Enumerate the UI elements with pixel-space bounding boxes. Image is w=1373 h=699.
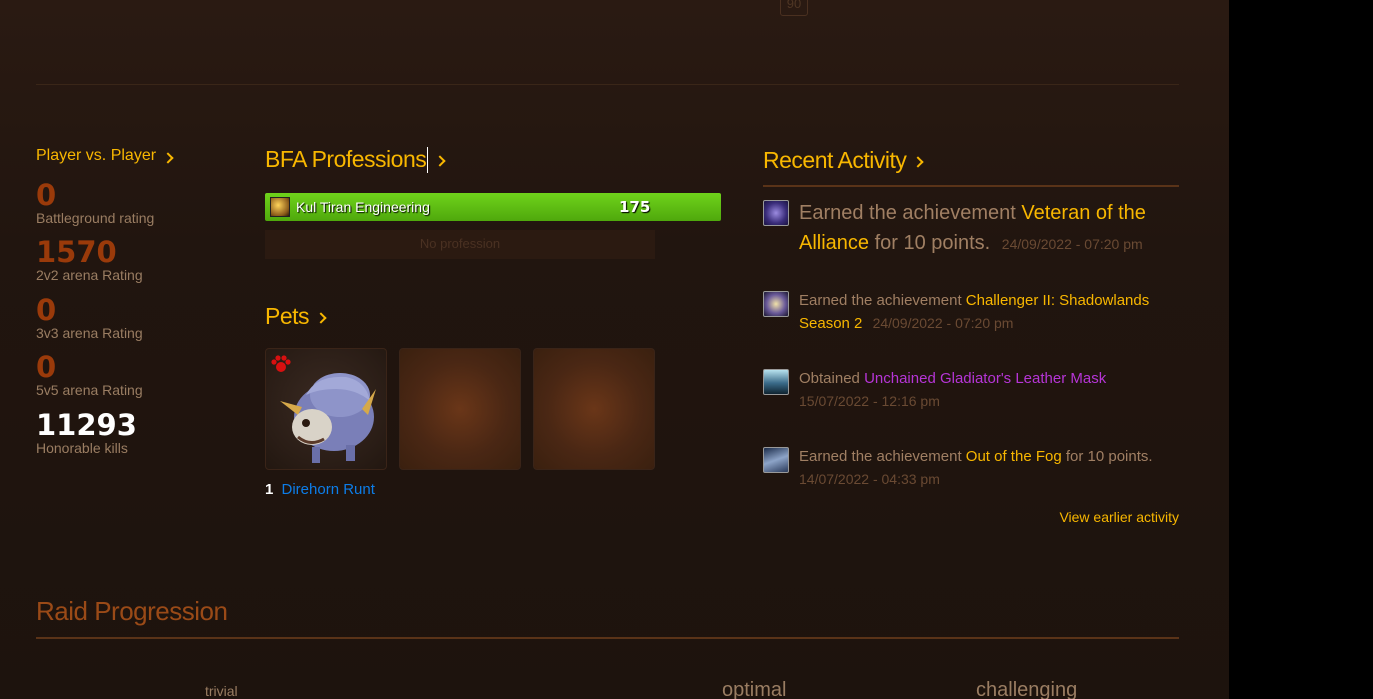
level-badge: 90 [780, 0, 808, 16]
chevron-right-icon [912, 156, 925, 168]
raid-difficulty-optimal: optimal [722, 679, 787, 699]
profession-name: Kul Tiran Engineering [296, 199, 430, 215]
achievement-icon [763, 291, 789, 317]
pet-slot-1[interactable] [265, 348, 387, 470]
divider [763, 185, 1179, 187]
activity-item: Earned the achievement Out of the Fog fo… [763, 445, 1179, 491]
pets-heading-label: Pets [265, 303, 310, 329]
pet-slot-2[interactable] [399, 348, 521, 470]
window-margin [1229, 0, 1373, 699]
activity-timestamp: 14/07/2022 - 04:33 pm [799, 471, 940, 487]
activity-prefix: Earned the achievement [799, 292, 962, 309]
chevron-right-icon [315, 312, 327, 324]
pvp-stat-5v5: 0 5v5 arena Rating [36, 352, 143, 398]
pvp-stat-value: 0 [36, 293, 57, 327]
pvp-heading-label: Player vs. Player [36, 147, 157, 164]
profession-bar[interactable]: Kul Tiran Engineering 175 [265, 193, 721, 221]
divider [36, 84, 1179, 85]
activity-text: Earned the achievement Veteran of the Al… [799, 198, 1179, 259]
activity-prefix: Obtained [799, 370, 860, 387]
pet-slot-3[interactable] [533, 348, 655, 470]
pvp-stat-label: 5v5 arena Rating [36, 382, 143, 398]
engineering-icon [270, 197, 290, 217]
activity-prefix: Earned the achievement [799, 202, 1016, 224]
activity-text: Earned the achievement Challenger II: Sh… [799, 289, 1179, 335]
pvp-stat-value: 11293 [36, 408, 137, 442]
raid-difficulty-trivial: trivial [205, 683, 238, 699]
pvp-stat-label: Battleground rating [36, 210, 155, 226]
achievement-icon [763, 447, 789, 473]
pets-heading-link[interactable]: Pets [265, 303, 327, 330]
pvp-stat-honorable-kills: 11293 Honorable kills [36, 410, 137, 456]
pvp-stat-label: 2v2 arena Rating [36, 267, 143, 283]
pvp-stat-3v3: 0 3v3 arena Rating [36, 295, 143, 341]
activity-suffix: for 10 points. [1065, 448, 1153, 465]
activity-timestamp: 24/09/2022 - 07:20 pm [1001, 236, 1143, 252]
activity-link[interactable]: Out of the Fog [966, 448, 1062, 465]
activity-prefix: Earned the achievement [799, 448, 962, 465]
character-page: 90 Player vs. Player 0 Battleground rati… [0, 0, 1229, 699]
activity-link[interactable]: Unchained Gladiator's Leather Mask [864, 370, 1106, 387]
activity-timestamp: 24/09/2022 - 07:20 pm [872, 315, 1014, 331]
direhorn-pet-icon [280, 373, 376, 463]
raid-progression-heading: Raid Progression [36, 596, 228, 626]
text-caret [427, 146, 429, 173]
activity-item: Earned the achievement Challenger II: Sh… [763, 289, 1179, 335]
item-helm-icon [763, 369, 789, 395]
chevron-right-icon [162, 151, 174, 164]
pvp-stat-value: 1570 [36, 235, 117, 269]
activity-timestamp: 15/07/2022 - 12:16 pm [799, 393, 940, 409]
pvp-stat-value: 0 [36, 350, 57, 384]
activity-item: Obtained Unchained Gladiator's Leather M… [763, 367, 1179, 413]
pvp-stat-value: 0 [36, 178, 57, 212]
pet-label: 1 Direhorn Runt [265, 481, 375, 498]
pet-name-link[interactable]: Direhorn Runt [282, 481, 375, 498]
professions-heading-link[interactable]: BFA Professions [265, 146, 446, 173]
empty-profession-slot: No profession [265, 230, 655, 259]
activity-text: Obtained Unchained Gladiator's Leather M… [799, 367, 1106, 413]
professions-heading-label: BFA Professions [265, 146, 427, 172]
pvp-stat-label: 3v3 arena Rating [36, 325, 143, 341]
activity-suffix: for 10 points. [874, 232, 991, 254]
pvp-stat-2v2: 1570 2v2 arena Rating [36, 237, 143, 283]
pvp-heading-link[interactable]: Player vs. Player [36, 147, 174, 165]
pet-level: 1 [265, 481, 274, 498]
pvp-stat-battleground: 0 Battleground rating [36, 180, 154, 226]
activity-heading-label: Recent Activity [763, 147, 907, 173]
profession-skill-value: 175 [619, 198, 651, 216]
divider [36, 637, 1179, 639]
activity-heading-link[interactable]: Recent Activity [763, 147, 925, 174]
raid-difficulty-challenging: challenging [976, 679, 1078, 699]
activity-text: Earned the achievement Out of the Fog fo… [799, 445, 1153, 491]
view-earlier-activity-link[interactable]: View earlier activity [1000, 509, 1179, 525]
activity-item: Earned the achievement Veteran of the Al… [763, 198, 1179, 259]
pvp-stat-label: Honorable kills [36, 440, 128, 456]
achievement-icon [763, 200, 789, 226]
chevron-right-icon [434, 155, 446, 167]
